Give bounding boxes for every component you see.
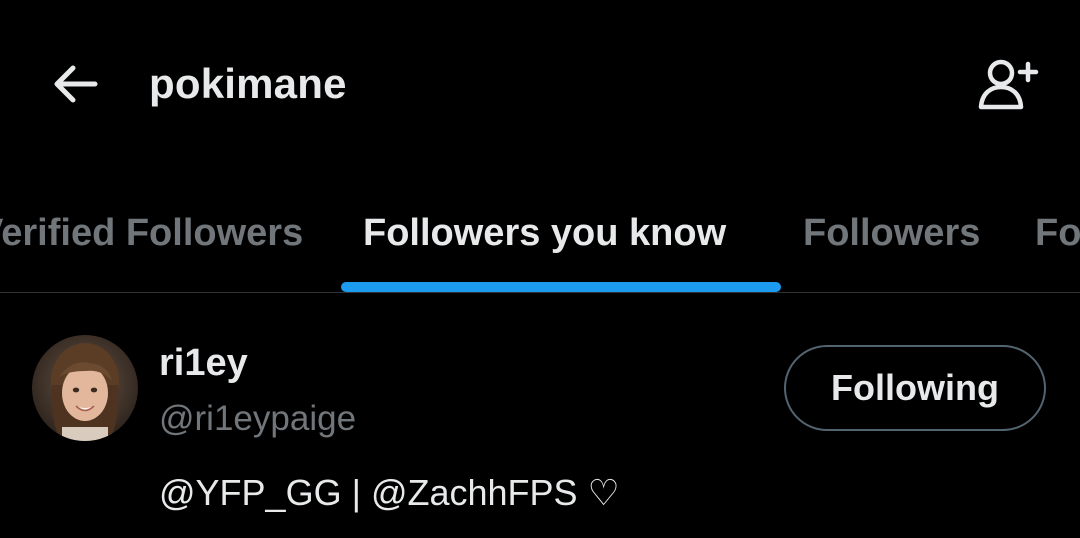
- tab-followers[interactable]: Followers: [803, 208, 980, 258]
- add-user-button[interactable]: [970, 52, 1046, 116]
- tab-verified-followers[interactable]: Verified Followers: [0, 208, 303, 258]
- top-bar: pokimane: [0, 0, 1080, 170]
- tab-followers-you-know[interactable]: Followers you know: [363, 208, 726, 258]
- back-button[interactable]: [44, 56, 104, 112]
- avatar[interactable]: [32, 335, 138, 441]
- active-tab-indicator: [341, 282, 781, 292]
- tab-following[interactable]: Following: [1035, 208, 1080, 258]
- tab-bar: Verified Followers Followers you know Fo…: [0, 170, 1080, 293]
- page-title: pokimane: [149, 60, 347, 107]
- following-button[interactable]: Following: [784, 345, 1046, 431]
- user-display-name[interactable]: ri1ey: [159, 341, 248, 385]
- user-bio: @YFP_GG | @ZachhFPS ♡: [159, 472, 620, 513]
- arrow-left-icon: [54, 65, 98, 103]
- user-handle[interactable]: @ri1eypaige: [159, 397, 356, 441]
- person-plus-icon: [978, 59, 1039, 110]
- list-item[interactable]: ri1ey @ri1eypaige @YFP_GG | @ZachhFPS ♡ …: [0, 293, 1080, 538]
